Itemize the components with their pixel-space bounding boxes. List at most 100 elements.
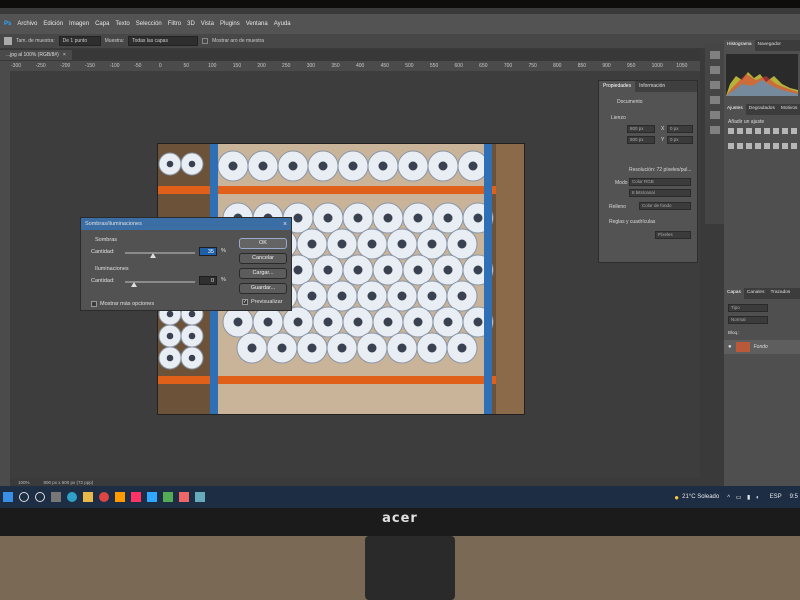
sample-select[interactable]: Todas las capas — [128, 36, 199, 46]
layer-search-input[interactable]: Tipo — [728, 304, 768, 312]
menu-capa[interactable]: Capa — [95, 21, 109, 27]
tab-properties[interactable]: Propiedades — [599, 81, 636, 92]
menu-imagen[interactable]: Imagen — [69, 21, 89, 27]
layer-name: Fondo — [753, 344, 768, 350]
tab-channels[interactable]: Canales — [744, 288, 768, 299]
adjustment-icon[interactable] — [791, 128, 797, 134]
tab-layers[interactable]: Capas — [724, 288, 744, 299]
styles-icon[interactable] — [710, 126, 720, 134]
eye-icon[interactable]: ● — [728, 344, 732, 350]
roll-core — [378, 161, 388, 171]
edge-icon[interactable] — [67, 492, 77, 502]
photoshop-icon[interactable] — [147, 492, 157, 502]
adjustment-icon[interactable] — [728, 142, 734, 149]
zoom-level[interactable]: 100% — [18, 480, 30, 485]
history-icon[interactable] — [710, 51, 720, 59]
adjustment-icon[interactable] — [764, 128, 770, 134]
cortana-icon[interactable] — [35, 492, 45, 502]
task-view-icon[interactable] — [51, 492, 61, 502]
x-field[interactable]: 0 px — [667, 125, 693, 133]
info-icon[interactable] — [710, 96, 720, 104]
app-icon[interactable] — [179, 492, 189, 502]
menu-ayuda[interactable]: Ayuda — [274, 21, 291, 27]
explorer-icon[interactable] — [83, 492, 93, 502]
width-field[interactable]: 800 px — [627, 125, 655, 133]
adjustment-icon[interactable] — [746, 142, 752, 149]
shadows-amount-input[interactable]: 35 — [199, 247, 217, 256]
menu-edicion[interactable]: Edición — [43, 21, 63, 27]
app-icon[interactable] — [163, 492, 173, 502]
illustrator-icon[interactable] — [115, 492, 125, 502]
tab-histogram[interactable]: Histograma — [724, 40, 755, 51]
adjustment-icon[interactable] — [728, 128, 734, 134]
menu-archivo[interactable]: Archivo — [17, 21, 37, 27]
units-select[interactable]: Píxeles — [655, 231, 691, 239]
highlights-slider-thumb[interactable] — [131, 282, 137, 287]
menu-filtro[interactable]: Filtro — [168, 21, 181, 27]
close-icon[interactable]: × — [63, 52, 66, 58]
adjustment-icon[interactable] — [773, 128, 779, 134]
adjustment-icon[interactable] — [782, 142, 788, 149]
adjustment-icon[interactable] — [782, 128, 788, 134]
indesign-icon[interactable] — [131, 492, 141, 502]
preview-checkbox[interactable]: ✓ — [242, 299, 248, 305]
tab-paths[interactable]: Trazados — [767, 288, 793, 299]
tab-adjustments[interactable]: Ajustes — [724, 104, 746, 115]
highlights-amount-input[interactable]: 0 — [199, 276, 217, 285]
search-icon[interactable] — [19, 492, 29, 502]
show-more-options-checkbox[interactable] — [91, 301, 97, 307]
save-button[interactable]: Guardar... — [239, 283, 287, 294]
menu-3d[interactable]: 3D — [187, 21, 195, 27]
adjustment-icon[interactable] — [737, 142, 743, 149]
tab-patterns[interactable]: Motivos — [778, 104, 800, 115]
ps-logo[interactable]: Ps — [4, 21, 11, 27]
adjustment-icon[interactable] — [755, 142, 761, 149]
eyedropper-icon[interactable] — [4, 37, 12, 45]
adjustment-icon[interactable] — [746, 128, 752, 134]
monitor-top-bezel — [0, 0, 800, 8]
adjustment-icon[interactable] — [764, 142, 770, 149]
weather-text[interactable]: 21°C Soleado — [682, 494, 719, 500]
dialog-title-bar[interactable]: Sombras/iluminaciones × — [81, 218, 291, 230]
tab-navigator[interactable]: Navegador — [755, 40, 784, 51]
adjustment-icon[interactable] — [737, 128, 743, 134]
roll-core — [473, 317, 483, 327]
load-button[interactable]: Cargar... — [239, 268, 287, 279]
brush-icon[interactable] — [710, 111, 720, 119]
y-field[interactable]: 0 px — [667, 136, 693, 144]
show-ring-checkbox[interactable] — [202, 38, 209, 44]
sample-size-select[interactable]: De 1 punto — [58, 36, 101, 46]
chrome-icon[interactable] — [99, 492, 109, 502]
document-tab[interactable]: ...jpg al 100% (RGB/8#) × — [0, 50, 72, 60]
menu-plugins[interactable]: Plugins — [220, 21, 240, 27]
menu-seleccion[interactable]: Selección — [136, 21, 162, 27]
ok-button[interactable]: OK — [239, 238, 287, 249]
tab-gradients[interactable]: Degradados — [746, 104, 778, 115]
fill-select[interactable]: Color de fondo — [639, 202, 691, 210]
dialog-title: Sombras/iluminaciones — [85, 221, 142, 227]
ruler-tick-label: 800 — [553, 63, 562, 69]
adjustments-icon[interactable] — [710, 81, 720, 89]
shadows-amount-slider[interactable] — [125, 252, 195, 254]
adjustment-icon[interactable] — [773, 142, 779, 149]
height-field[interactable]: 600 px — [627, 136, 655, 144]
bit-depth-select[interactable]: 8 bits/canal — [629, 189, 691, 197]
mode-select[interactable]: Color RGB — [629, 178, 691, 186]
cancel-button[interactable]: Cancelar — [239, 253, 287, 264]
windows-start-icon[interactable] — [3, 492, 13, 502]
adjustment-icon[interactable] — [755, 128, 761, 134]
layer-row[interactable]: ● Fondo — [724, 340, 800, 354]
close-icon[interactable]: × — [279, 221, 291, 228]
menu-ventana[interactable]: Ventana — [246, 21, 268, 27]
language-indicator[interactable]: ESP — [770, 494, 782, 500]
adjustment-icon[interactable] — [791, 142, 797, 149]
clock[interactable]: 9:5 — [790, 494, 798, 500]
app-icon[interactable] — [195, 492, 205, 502]
shadows-slider-thumb[interactable] — [150, 253, 156, 258]
blend-mode-select[interactable]: Normal — [728, 316, 768, 324]
tray-icons[interactable]: ^ ▭ ▮ ◐ — [727, 494, 761, 501]
play-icon[interactable] — [710, 66, 720, 74]
menu-texto[interactable]: Texto — [115, 21, 129, 27]
menu-vista[interactable]: Vista — [201, 21, 214, 27]
tab-information[interactable]: Información — [635, 81, 669, 92]
